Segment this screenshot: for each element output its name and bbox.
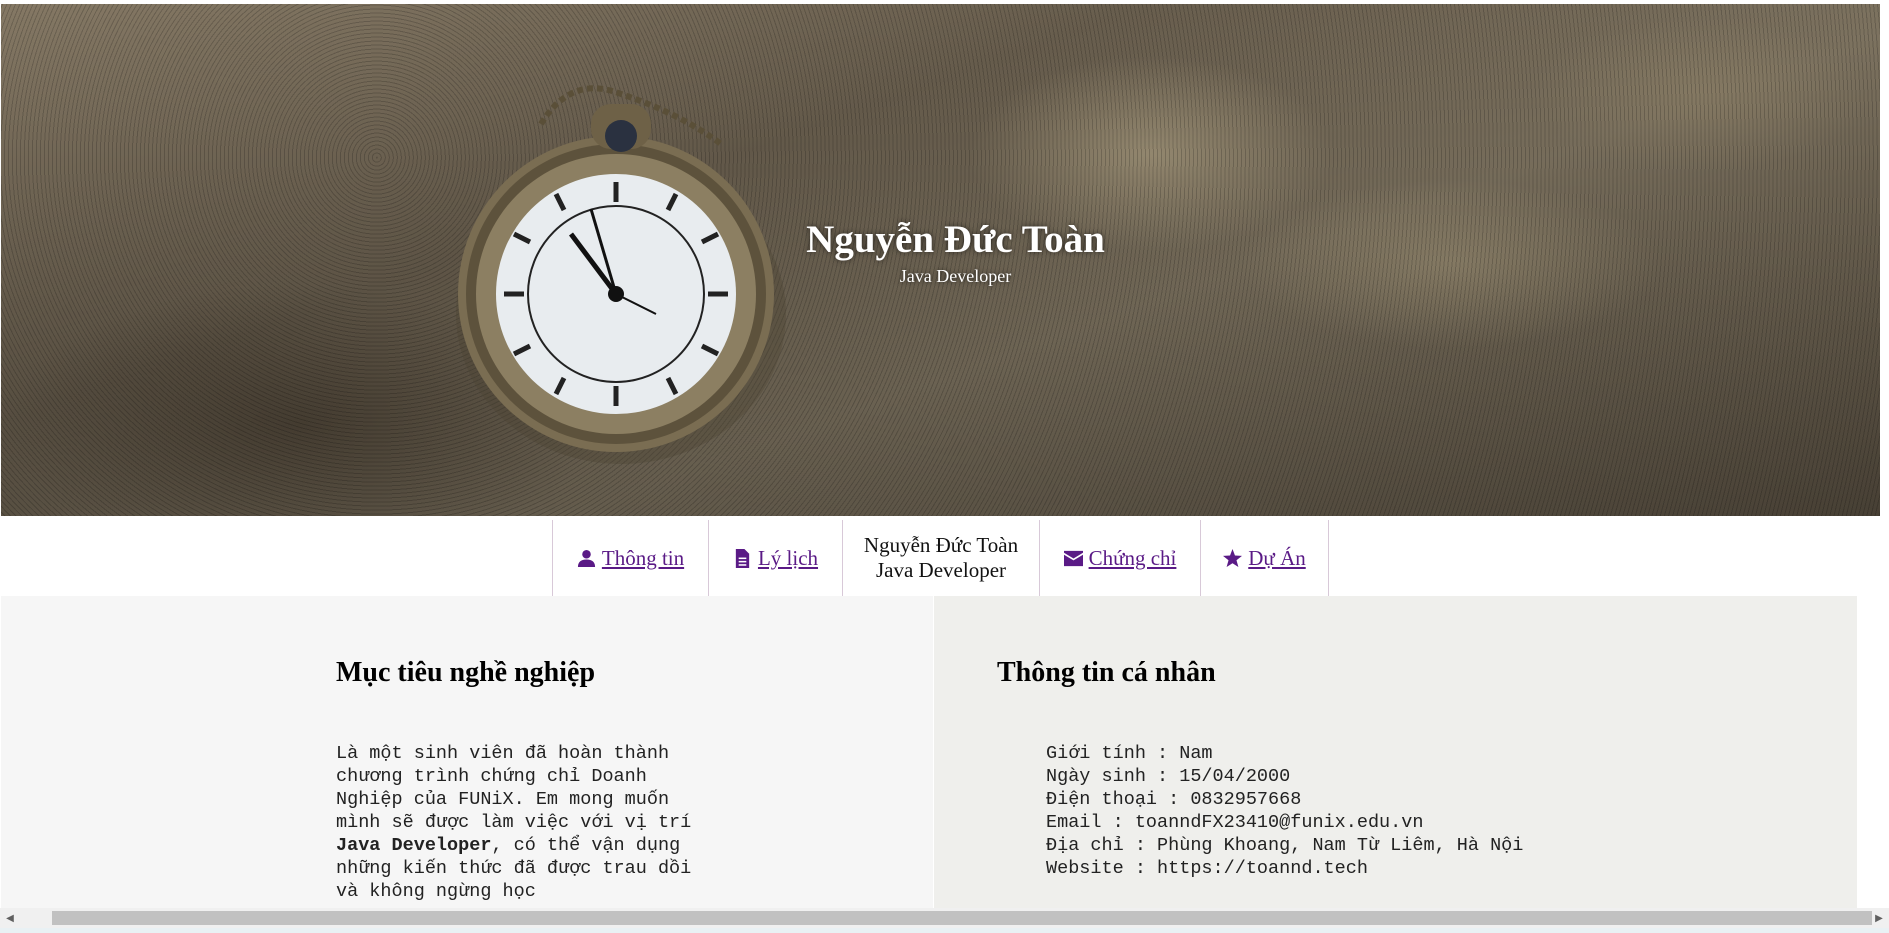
objective-highlight: Java Developer <box>336 835 492 856</box>
bottom-strip <box>0 928 1889 933</box>
scroll-right-arrow-icon[interactable]: ▶ <box>1869 908 1889 928</box>
career-objective-text: Là một sinh viên đã hoàn thành chương tr… <box>336 742 706 903</box>
personal-info-title: Thông tin cá nhân <box>997 657 1216 688</box>
career-objective-section: Mục tiêu nghề nghiệp Là một sinh viên đã… <box>1 596 933 908</box>
info-gender: Giới tính : Nam <box>1046 743 1213 764</box>
nav-link-projects[interactable]: Dự Án <box>1248 546 1305 571</box>
nav-brand: Nguyễn Đức Toàn Java Developer <box>842 520 1039 596</box>
star-icon <box>1223 548 1243 567</box>
info-phone: Điện thoại : 0832957668 <box>1046 789 1302 810</box>
info-website: Website : https://toannd.tech <box>1046 858 1368 879</box>
nav-item-info[interactable]: Thông tin <box>552 520 708 596</box>
envelope-icon <box>1063 550 1083 566</box>
hero-name: Nguyễn Đức Toàn <box>806 218 1105 261</box>
nav-link-certificates[interactable]: Chứng chỉ <box>1089 546 1177 571</box>
nav-item-projects[interactable]: Dự Án <box>1200 520 1329 596</box>
nav-link-resume[interactable]: Lý lịch <box>758 546 818 571</box>
personal-info-list: Giới tính : Nam Ngày sinh : 15/04/2000 Đ… <box>1046 742 1523 880</box>
info-address: Địa chỉ : Phùng Khoang, Nam Từ Liêm, Hà … <box>1046 835 1524 856</box>
info-birthday: Ngày sinh : 15/04/2000 <box>1046 766 1291 787</box>
personal-info-section: Thông tin cá nhân Giới tính : Nam Ngày s… <box>934 596 1857 908</box>
nav-brand-name: Nguyễn Đức Toàn <box>863 533 1019 557</box>
scroll-left-arrow-icon[interactable]: ◀ <box>0 908 20 928</box>
nav-item-certificates[interactable]: Chứng chỉ <box>1039 520 1200 596</box>
nav-brand-role: Java Developer <box>875 558 1007 582</box>
objective-text-start: Là một sinh viên đã hoàn thành chương tr… <box>336 743 692 833</box>
nav-link-info[interactable]: Thông tin <box>602 546 684 571</box>
info-email: Email : toanndFX23410@funix.edu.vn <box>1046 812 1424 833</box>
career-objective-title: Mục tiêu nghề nghiệp <box>336 657 596 688</box>
scrollbar-thumb[interactable] <box>52 911 1872 925</box>
horizontal-scrollbar[interactable]: ◀ ▶ <box>0 908 1889 928</box>
hero-role: Java Developer <box>899 266 1012 286</box>
hero-banner: Nguyễn Đức Toàn Java Developer <box>1 4 1880 516</box>
user-icon <box>577 549 595 567</box>
nav-item-resume[interactable]: Lý lịch <box>708 520 842 596</box>
main-nav: Thông tin Lý lịch Nguyễn Đức Toàn Java D… <box>552 520 1329 596</box>
file-icon <box>735 548 750 568</box>
